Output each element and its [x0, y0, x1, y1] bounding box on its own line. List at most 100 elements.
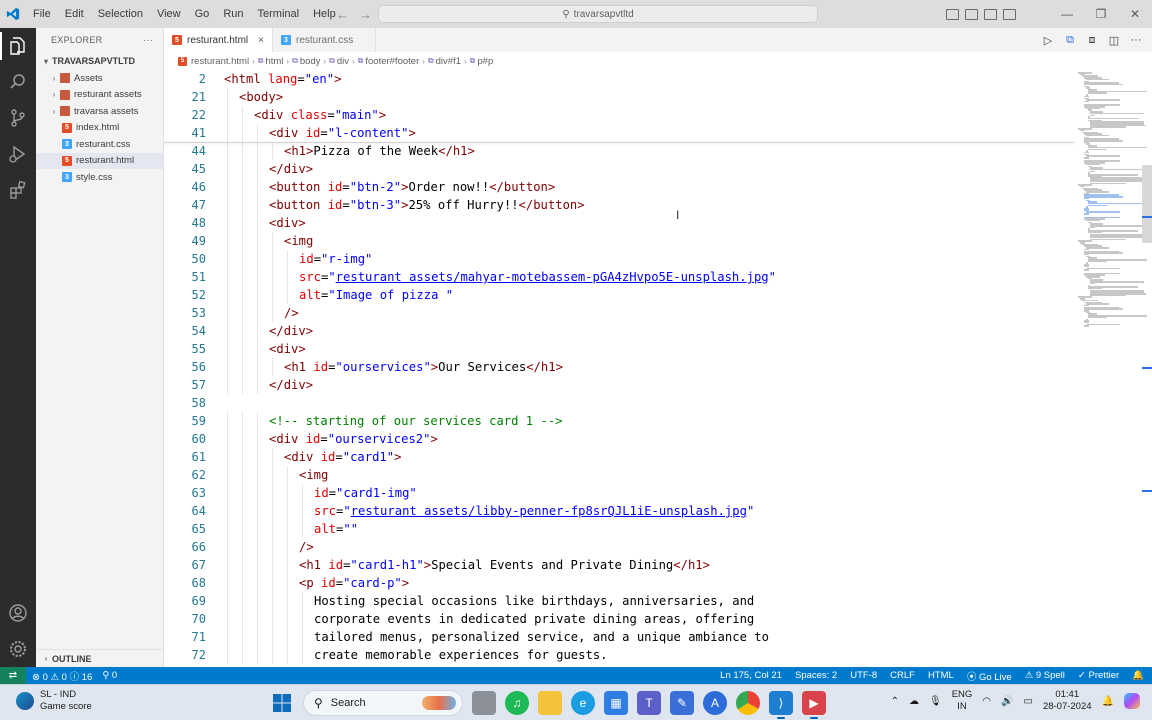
notifications-bell-icon[interactable]: 🔔 [1132, 670, 1144, 681]
toggle-panel-icon[interactable] [965, 8, 978, 20]
microsoft-store-icon[interactable]: ▦ [604, 691, 628, 715]
wifi-icon[interactable]: ◠ [982, 696, 991, 707]
go-live-icon[interactable]: ⧉ [1064, 34, 1076, 46]
toggle-sidebar-icon[interactable] [946, 8, 959, 20]
menu-run[interactable]: Run [216, 0, 250, 28]
code-line[interactable]: 58 [164, 394, 1074, 412]
code-line[interactable]: 53 /> [164, 304, 1074, 322]
windows-start-icon[interactable] [270, 691, 294, 715]
code-line[interactable]: 71 tailored menus, personalized service, … [164, 628, 1074, 646]
code-line[interactable]: 70 corporate events in dedicated private … [164, 610, 1074, 628]
forward-arrow-icon[interactable]: → [359, 7, 372, 22]
encoding[interactable]: UTF-8 [850, 670, 877, 681]
code-line[interactable]: 50 id="r-img" [164, 250, 1074, 268]
task-view-icon[interactable] [472, 691, 496, 715]
code-line[interactable]: 44 <h1>Pizza of the Week</h1> [164, 142, 1074, 160]
breadcrumb-html[interactable]: ⧉ html [258, 56, 284, 67]
prettier-indicator[interactable]: ✓ Prettier [1078, 670, 1119, 681]
code-line[interactable]: 59 <!-- starting of our services card 1 -… [164, 412, 1074, 430]
battery-icon[interactable]: ▭ [1023, 696, 1032, 707]
code-line[interactable]: 54 </div> [164, 322, 1074, 340]
code-line[interactable]: 66 /> [164, 538, 1074, 556]
explorer-icon[interactable] [0, 28, 36, 64]
code-editor[interactable]: 2 <html lang="en"> 21 <body> 22 <div class="m… [164, 70, 1152, 667]
code-line[interactable]: 51 src="resturant assets/mahyar-motebasse… [164, 268, 1074, 286]
menu-view[interactable]: View [150, 0, 188, 28]
tab-resturant-css[interactable]: 3 resturant.css [273, 28, 377, 52]
outline-section[interactable]: › OUTLINE [36, 649, 164, 667]
tab-resturant-html[interactable]: 5 resturant.html × [164, 28, 273, 52]
code-line[interactable]: 45 </div> [164, 160, 1074, 178]
menu-terminal[interactable]: Terminal [251, 0, 307, 28]
code-line[interactable]: 65 alt="" [164, 520, 1074, 538]
volume-icon[interactable]: 🔊 [1001, 696, 1013, 707]
breadcrumb-div-f1[interactable]: ⧉ div#f1 [428, 56, 461, 67]
more-actions-icon[interactable]: ··· [1130, 34, 1142, 46]
extensions-icon[interactable] [0, 172, 36, 208]
teams-icon[interactable]: T [637, 691, 661, 715]
breadcrumb-p[interactable]: ⧉ p#p [470, 56, 494, 67]
settings-gear-icon[interactable] [0, 631, 36, 667]
code-line[interactable]: 67 <h1 id="card1-h1">Special Events and P… [164, 556, 1074, 574]
run-debug-icon[interactable] [0, 136, 36, 172]
code-line[interactable]: 61 <div id="card1"> [164, 448, 1074, 466]
code-line[interactable]: 60 <div id="ourservices2"> [164, 430, 1074, 448]
problems-indicator[interactable]: ⊗ 0 ⚠ 0 ⓘ 16 [32, 669, 92, 683]
close-icon[interactable]: × [258, 35, 264, 46]
sticky-code-line[interactable]: 21 <body> [164, 88, 1074, 106]
minimap[interactable] [1074, 70, 1147, 667]
code-line[interactable]: 72 create memorable experiences for guest… [164, 646, 1074, 664]
breadcrumb-file[interactable]: 5 resturant.html [178, 56, 249, 67]
notification-bell-icon[interactable]: 🔔 [1102, 696, 1114, 707]
code-line[interactable]: 52 alt="Image of pizza " [164, 286, 1074, 304]
spell-check-indicator[interactable]: ⚠ 9 Spell [1025, 670, 1065, 681]
code-line[interactable]: 47 <button id="btn-3">25% off Hurry!!</bu… [164, 196, 1074, 214]
tree-folder-assets[interactable]: › Assets [36, 70, 163, 87]
code-line[interactable]: 64 src="resturant assets/libby-penner-fp8… [164, 502, 1074, 520]
menu-go[interactable]: Go [188, 0, 217, 28]
more-actions-icon[interactable]: ··· [143, 35, 153, 45]
breadcrumb-body[interactable]: ⧉ body [292, 56, 320, 67]
tree-file-style-css[interactable]: 3 style.css [36, 169, 163, 186]
clock[interactable]: 01:41 28-07-2024 [1043, 689, 1092, 713]
code-line[interactable]: 57 </div> [164, 376, 1074, 394]
vertical-scrollbar-thumb[interactable] [1142, 165, 1152, 243]
microphone-icon[interactable]: 🎙 [929, 696, 942, 707]
app-icon[interactable]: A [703, 691, 727, 715]
whiteboard-icon[interactable]: ✎ [670, 691, 694, 715]
tree-folder-resturant-assets[interactable]: › resturant assets [36, 87, 163, 104]
ports-indicator[interactable]: ⚲ 0 [102, 670, 117, 681]
close-window-button[interactable]: ✕ [1118, 0, 1152, 28]
minimize-button[interactable]: — [1050, 0, 1084, 28]
language-mode[interactable]: HTML [928, 670, 954, 681]
code-line[interactable]: 55 <div> [164, 340, 1074, 358]
indentation[interactable]: Spaces: 2 [795, 670, 837, 681]
cloud-icon[interactable]: ☁ [909, 696, 919, 707]
maximize-button[interactable]: ❐ [1084, 0, 1118, 28]
remote-indicator[interactable]: ⇄ [0, 667, 26, 684]
back-arrow-icon[interactable]: ← [336, 7, 349, 22]
tree-file-index-html[interactable]: 5 index.html [36, 120, 163, 137]
end-of-line[interactable]: CRLF [890, 670, 915, 681]
code-line[interactable]: 69 Hosting special occasions like birthda… [164, 592, 1074, 610]
toggle-secondary-sidebar-icon[interactable] [984, 8, 997, 20]
split-editor-icon[interactable]: ◫ [1108, 34, 1120, 47]
menu-edit[interactable]: Edit [58, 0, 91, 28]
chevron-up-icon[interactable]: ⌃ [891, 696, 899, 707]
menu-selection[interactable]: Selection [91, 0, 150, 28]
code-line[interactable]: 48 <div> [164, 214, 1074, 232]
breadcrumb-div[interactable]: ⧉ div [329, 56, 349, 67]
code-line[interactable]: 46 <button id="btn-2">Order now!!</button… [164, 178, 1074, 196]
edge-icon[interactable]: e [571, 691, 595, 715]
search-icon[interactable] [0, 64, 36, 100]
copilot-icon[interactable] [1124, 693, 1140, 709]
go-live-button[interactable]: ⦿ Go Live [967, 669, 1012, 683]
chrome-icon[interactable] [736, 691, 760, 715]
cursor-position[interactable]: Ln 175, Col 21 [720, 670, 782, 681]
tree-file-resturant-css[interactable]: 3 resturant.css [36, 136, 163, 153]
sticky-code-line[interactable]: 22 <div class="main"> [164, 106, 1074, 124]
code-line[interactable]: 63 id="card1-img" [164, 484, 1074, 502]
spotify-icon[interactable]: ♫ [505, 691, 529, 715]
code-line[interactable]: 49 <img [164, 232, 1074, 250]
command-center[interactable]: ⚲ travarsapvtltd [378, 5, 818, 23]
